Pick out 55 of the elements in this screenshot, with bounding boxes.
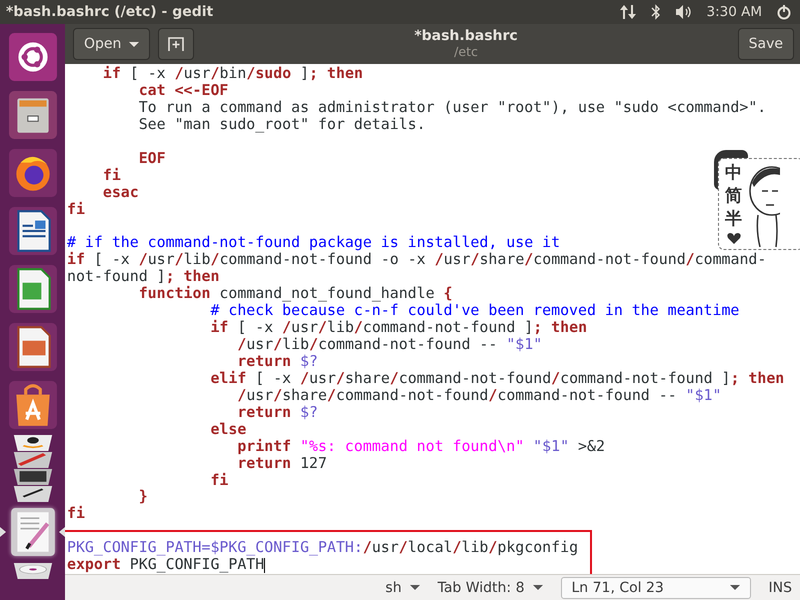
volume-icon[interactable] bbox=[674, 4, 692, 20]
window-title: *bash.bashrc (/etc) - gedit bbox=[6, 4, 214, 20]
code-line: if [ -x /usr/lib/command-not-found -o -x /usr/share/command-not-found/command- bbox=[67, 250, 766, 268]
new-tab-button[interactable] bbox=[158, 28, 194, 60]
presentation-icon[interactable] bbox=[8, 322, 58, 372]
code-line: return 127 bbox=[236, 454, 327, 472]
code-line: printf "%s: command not found\n" "$1" >&2 bbox=[236, 436, 605, 455]
spreadsheet-icon[interactable] bbox=[8, 264, 58, 314]
tab-width-selector[interactable]: Tab Width: 8 bbox=[438, 580, 542, 596]
insert-mode: INS bbox=[768, 580, 792, 596]
bluetooth-icon[interactable] bbox=[650, 4, 660, 20]
save-button[interactable]: Save bbox=[738, 28, 794, 60]
code-line: fi bbox=[67, 504, 85, 522]
heart-icon bbox=[726, 232, 740, 245]
code-line: fi bbox=[209, 470, 228, 488]
code-line: See "man sudo_root" for details. bbox=[138, 114, 426, 133]
code-line: } bbox=[138, 487, 148, 506]
code-line: else bbox=[209, 420, 246, 438]
code-line: To run a command as administrator (user "root"), use "sudo <command>". bbox=[138, 98, 766, 116]
browser-icon[interactable] bbox=[8, 148, 58, 198]
code-line: return $? bbox=[236, 352, 318, 370]
code-line: cat <<-EOF bbox=[138, 80, 228, 99]
cursor-position[interactable]: Ln 71, Col 23 bbox=[560, 576, 750, 598]
code-line: # if the command-not-found package is installed, use it bbox=[67, 233, 560, 252]
code-line: if [ -x /usr/lib/command-not-found ]; then bbox=[209, 318, 588, 336]
code-line: if [ -x /usr/bin/sudo ]; then bbox=[102, 64, 363, 82]
open-button[interactable]: Open bbox=[73, 28, 150, 60]
code-line: PKG_CONFIG_PATH=$PKG_CONFIG_PATH:/usr/local/lib/pkgconfig bbox=[67, 538, 578, 556]
document-title: *bash.bashrc bbox=[414, 28, 518, 44]
code-line: export PKG_CONFIG_PATH bbox=[67, 555, 266, 574]
document-path: /etc bbox=[454, 44, 478, 60]
ubuntu-logo-icon[interactable] bbox=[8, 32, 58, 82]
code-line: fi bbox=[102, 166, 121, 184]
code-line: return $? bbox=[236, 402, 318, 421]
code-line: fi bbox=[67, 200, 85, 218]
code-line: # check because c-n-f could've been removed in the meantime bbox=[209, 301, 740, 320]
new-tab-icon bbox=[167, 36, 186, 52]
code-line: not-found ]; then bbox=[67, 267, 220, 286]
power-icon[interactable] bbox=[776, 4, 792, 20]
input-mode-label[interactable]: 简 bbox=[725, 186, 742, 207]
code-line: /usr/lib/command-not-found -- "$1" bbox=[236, 335, 542, 353]
code-line: esac bbox=[102, 182, 139, 201]
code-line: /usr/share/command-not-found/command-not-found -- "$1" bbox=[236, 386, 722, 404]
code-line: function command_not_found_handle { bbox=[138, 284, 453, 302]
input-mode-label[interactable]: 半 bbox=[725, 209, 742, 230]
input-mode-label[interactable]: 中 bbox=[725, 163, 742, 184]
clock[interactable]: 3:30 AM bbox=[706, 4, 762, 20]
text-editor[interactable] bbox=[65, 64, 800, 574]
document-icon[interactable] bbox=[8, 206, 58, 256]
code-line: EOF bbox=[138, 148, 166, 167]
shopping-bag-icon[interactable] bbox=[8, 380, 58, 430]
language-selector[interactable]: sh bbox=[385, 580, 420, 596]
file-cabinet-icon[interactable] bbox=[8, 90, 58, 140]
network-icon[interactable] bbox=[618, 4, 636, 20]
code-line: elif [ -x /usr/share/command-not-found/command-not-found ]; then bbox=[209, 368, 784, 387]
